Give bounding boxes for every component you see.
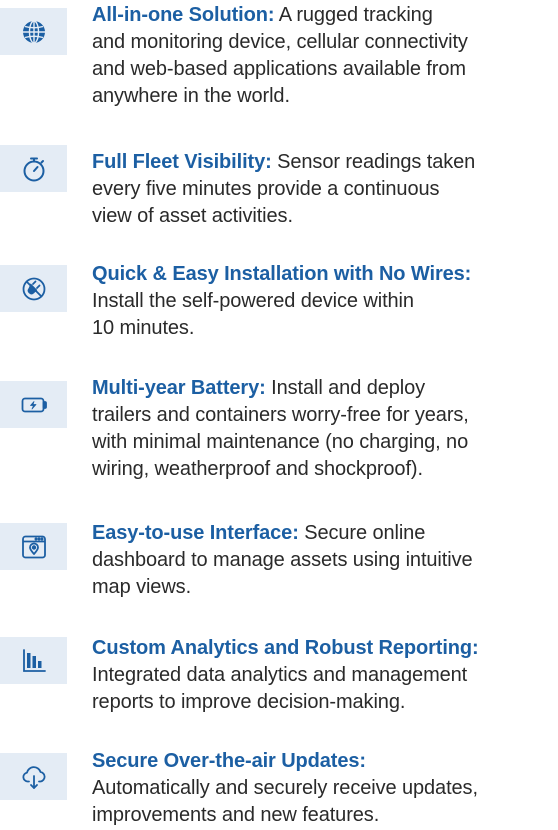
feature-desc-line: Integrated data analytics and management	[92, 664, 468, 686]
feature-desc-line: dashboard to manage assets using intuiti…	[92, 549, 473, 571]
feature-desc-line: anywhere in the world.	[92, 85, 290, 107]
feature-title: Custom Analytics and Robust Reporting:	[92, 637, 479, 659]
feature-desc-line: and web-based applications available fro…	[92, 58, 466, 80]
feature-desc-line: Install the self-powered device within	[92, 290, 414, 312]
feature-text: Easy-to-use Interface: Secure online das…	[92, 520, 558, 601]
bar-chart-icon	[0, 637, 67, 684]
browser-map-pin-icon	[0, 523, 67, 570]
feature-text: All-in-one Solution: A rugged tracking a…	[92, 2, 558, 110]
feature-desc-line: every five minutes provide a continuous	[92, 178, 440, 200]
feature-desc-line: 10 minutes.	[92, 317, 195, 339]
feature-desc-line: wiring, weatherproof and shockproof).	[92, 458, 423, 480]
feature-title: Secure Over-the-air Updates:	[92, 750, 366, 772]
feature-text: Custom Analytics and Robust Reporting: I…	[92, 635, 558, 716]
feature-title: Multi-year Battery:	[92, 377, 266, 399]
feature-desc-line: Automatically and securely receive updat…	[92, 777, 478, 799]
feature-title: Full Fleet Visibility:	[92, 151, 272, 173]
feature-desc-line: A rugged tracking	[274, 4, 433, 26]
feature-desc-line: and monitoring device, cellular connecti…	[92, 31, 468, 53]
stopwatch-icon	[0, 145, 67, 192]
feature-desc-line: reports to improve decision-making.	[92, 691, 406, 713]
feature-text: Multi-year Battery: Install and deploy t…	[92, 375, 558, 483]
globe-icon	[0, 8, 67, 55]
feature-title: Quick & Easy Installation with No Wires:	[92, 263, 472, 285]
feature-desc-line: improvements and new features.	[92, 804, 380, 826]
no-plug-icon	[0, 265, 67, 312]
feature-desc-line: trailers and containers worry-free for y…	[92, 404, 469, 426]
feature-title: Easy-to-use Interface:	[92, 522, 299, 544]
feature-desc-line: view of asset activities.	[92, 205, 293, 227]
feature-desc-line: Secure online	[298, 522, 426, 544]
feature-desc-line: map views.	[92, 576, 192, 598]
battery-icon	[0, 381, 67, 428]
cloud-download-icon	[0, 753, 67, 800]
feature-title: All-in-one Solution:	[92, 4, 275, 26]
feature-desc-line: Install and deploy	[265, 377, 426, 399]
feature-desc-line: with minimal maintenance (no charging, n…	[92, 431, 469, 453]
feature-text: Secure Over-the-air Updates: Automatical…	[92, 748, 558, 829]
feature-desc-line: Sensor readings taken	[271, 151, 476, 173]
feature-text: Quick & Easy Installation with No Wires:…	[92, 261, 558, 342]
feature-text: Full Fleet Visibility: Sensor readings t…	[92, 149, 558, 230]
